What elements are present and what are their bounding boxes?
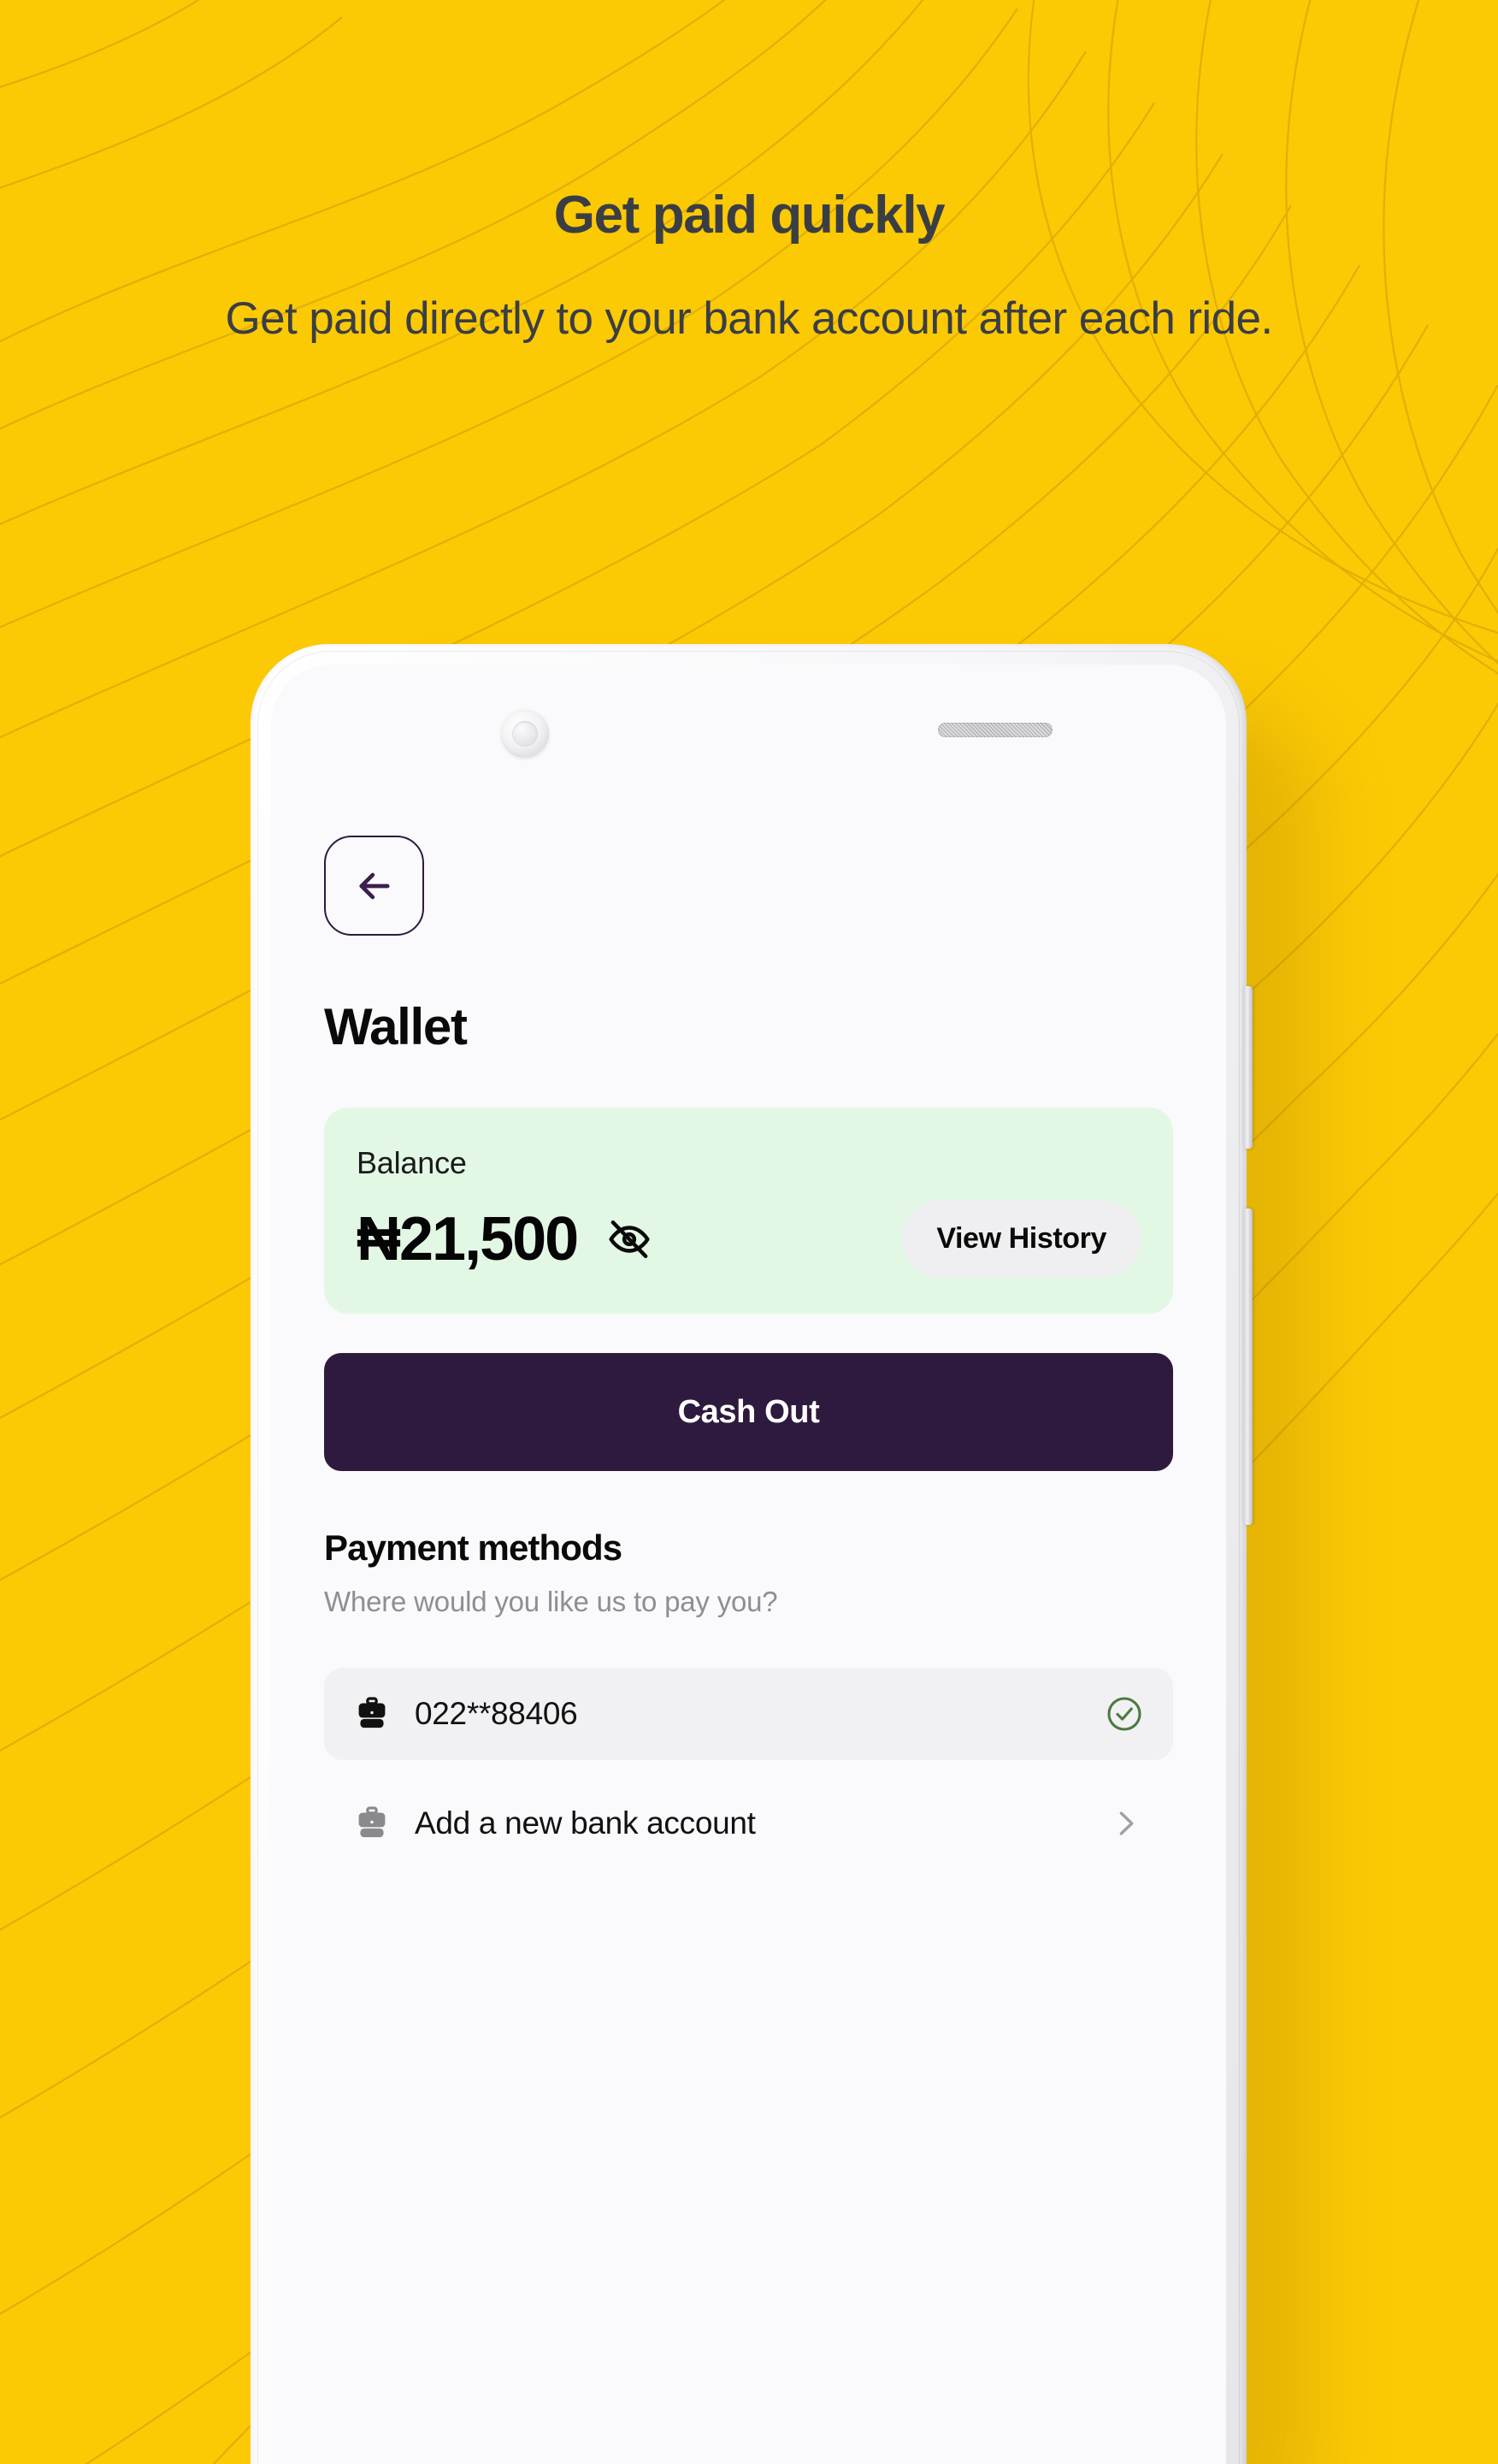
promo-screenshot: Get paid quickly Get paid directly to yo… (0, 0, 1498, 2464)
hero-title: Get paid quickly (553, 186, 946, 245)
payment-method-row-saved[interactable]: 022**88406 (324, 1668, 1173, 1760)
phone-mockup: Wallet Balance ₦21,500 View History Cash… (251, 644, 1253, 2464)
front-camera-icon (501, 710, 549, 758)
arrow-left-icon (352, 864, 397, 908)
back-button[interactable] (324, 836, 424, 936)
eye-off-icon[interactable] (606, 1216, 652, 1262)
page-title: Wallet (324, 998, 468, 1055)
volume-button[interactable] (1243, 986, 1253, 1149)
balance-amount: ₦21,500 (357, 1204, 579, 1273)
payment-method-label: Add a new bank account (415, 1805, 756, 1841)
balance-label: Balance (357, 1145, 467, 1180)
hero-copy: Get paid quickly Get paid directly to yo… (0, 0, 1498, 349)
payment-methods-title: Payment methods (324, 1527, 622, 1568)
check-circle-icon (1105, 1694, 1144, 1734)
payment-method-row-add[interactable]: Add a new bank account (324, 1777, 1173, 1870)
earpiece-speaker-icon (938, 723, 1053, 737)
cash-out-button[interactable]: Cash Out (324, 1353, 1173, 1471)
balance-card: Balance ₦21,500 View History (324, 1108, 1173, 1314)
bank-briefcase-icon (353, 1695, 391, 1733)
view-history-button[interactable]: View History (902, 1200, 1141, 1278)
power-button[interactable] (1243, 1208, 1253, 1525)
hero-subtitle: Get paid directly to your bank account a… (225, 293, 1274, 345)
bank-briefcase-icon (353, 1805, 391, 1842)
chevron-right-icon (1106, 1805, 1144, 1842)
app-content: Wallet Balance ₦21,500 View History Cash… (271, 836, 1226, 1870)
phone-screen: Wallet Balance ₦21,500 View History Cash… (271, 665, 1226, 2464)
balance-row: ₦21,500 View History (357, 1200, 1141, 1278)
payment-method-label: 022**88406 (415, 1696, 578, 1731)
payment-methods-subtitle: Where would you like us to pay you? (324, 1586, 778, 1617)
